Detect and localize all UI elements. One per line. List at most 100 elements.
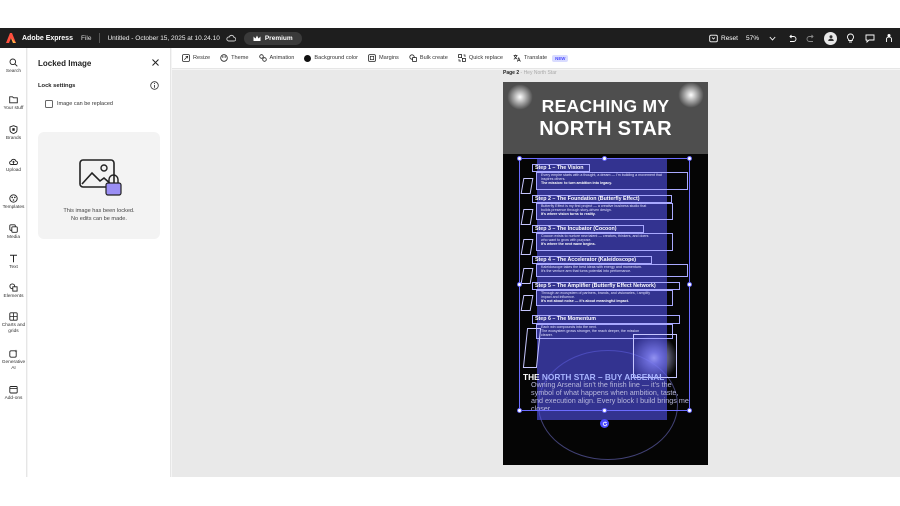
resize-handle[interactable]: [517, 408, 522, 413]
bulk-create-button[interactable]: Bulk create: [409, 54, 448, 62]
top-bar: Adobe Express File Untitled - October 15…: [0, 28, 900, 48]
theme-button[interactable]: Theme: [220, 54, 249, 62]
animation-button[interactable]: Animation: [258, 54, 295, 62]
color-swatch: [304, 54, 312, 62]
quick-replace-button[interactable]: Quick replace: [458, 54, 503, 62]
resize-handle[interactable]: [602, 156, 607, 161]
crown-icon: [253, 35, 261, 41]
rail-item-brands[interactable]: Brands: [0, 125, 27, 142]
rail-label: Text: [9, 265, 18, 270]
selection-frame[interactable]: [519, 158, 690, 411]
zoom-level[interactable]: 57%: [746, 35, 759, 42]
text-icon: [10, 254, 17, 263]
rail-item-templates[interactable]: Templates: [0, 194, 27, 211]
rail-item-elements[interactable]: Elements: [0, 283, 27, 300]
top-bar-actions: Reset 57%: [709, 31, 894, 45]
rail-label: Your stuff: [3, 106, 24, 111]
header-line-2[interactable]: NORTH STAR: [503, 118, 708, 141]
sparkle-icon: [9, 349, 18, 358]
tool-label: Translate: [524, 55, 548, 61]
templates-icon: [9, 194, 18, 203]
tool-label: Quick replace: [468, 55, 504, 61]
rail-label: Search: [5, 69, 22, 74]
app-name[interactable]: Adobe Express: [22, 35, 73, 42]
margins-icon: [368, 54, 376, 62]
premium-button[interactable]: Premium: [243, 31, 302, 45]
resize-handle[interactable]: [517, 156, 522, 161]
resize-handle[interactable]: [687, 282, 692, 287]
animation-icon: [258, 54, 267, 62]
rotate-handle[interactable]: [600, 419, 609, 428]
grid-icon: [9, 312, 18, 321]
file-menu[interactable]: File: [81, 35, 91, 42]
app-window: Adobe Express File Untitled - October 15…: [0, 28, 900, 477]
rail-label: Upload: [5, 168, 22, 173]
adobe-logo-icon[interactable]: [5, 32, 17, 44]
upload-icon: [9, 158, 18, 165]
rail-label: Charts and grids: [1, 323, 26, 334]
rail-item-upload[interactable]: Upload: [0, 157, 27, 174]
theme-icon: [220, 54, 228, 62]
locked-message-line-1: This image has been locked.: [63, 208, 135, 214]
rail-item-text[interactable]: Text: [0, 254, 27, 271]
header-line-1[interactable]: REACHING MY: [503, 96, 708, 117]
rail-label: Brands: [5, 136, 22, 141]
tool-label: Background color: [314, 55, 358, 61]
elements-icon: [9, 283, 18, 292]
comment-icon[interactable]: [864, 33, 875, 44]
media-icon: [9, 224, 18, 233]
resize-handle[interactable]: [687, 156, 692, 161]
artboard[interactable]: REACHING MY NORTH STAR Step 1 – The Visi…: [503, 82, 708, 465]
background-color-button[interactable]: Background color: [304, 54, 358, 62]
locked-message: This image has been locked. No edits can…: [38, 208, 160, 223]
rail-item-media[interactable]: Media: [0, 224, 27, 241]
rail-item-add-ons[interactable]: Add-ons: [0, 385, 27, 402]
rail-item-your-stuff[interactable]: Your stuff: [0, 95, 27, 112]
resize-handle[interactable]: [517, 282, 522, 287]
info-icon[interactable]: [150, 81, 159, 90]
premium-label: Premium: [264, 34, 293, 42]
new-badge: NEW: [552, 54, 569, 62]
image-locked-icon: [79, 159, 122, 196]
resize-handle[interactable]: [602, 408, 607, 413]
translate-button[interactable]: Translate NEW: [513, 54, 569, 62]
panel-title: Locked Image: [38, 59, 92, 68]
tool-label: Margins: [378, 55, 399, 61]
resize-icon: [182, 54, 190, 62]
history-icon: [709, 34, 718, 42]
share-icon[interactable]: [883, 33, 894, 44]
search-icon: [9, 58, 18, 67]
reset-label: Reset: [721, 34, 738, 42]
rail-label: Add-ons: [4, 396, 23, 401]
tool-label: Animation: [269, 55, 295, 61]
resize-handle[interactable]: [687, 408, 692, 413]
rail-item-generative-ai[interactable]: Generative AI: [0, 349, 27, 372]
page-subtitle: - Hey North Star: [519, 70, 557, 76]
resize-button[interactable]: Resize: [182, 54, 210, 62]
close-icon[interactable]: [151, 58, 160, 67]
redo-icon[interactable]: [805, 33, 816, 44]
user-icon[interactable]: [824, 31, 837, 45]
rail-item-search[interactable]: Search: [0, 58, 27, 75]
locked-image-panel: Locked Image Lock settings Image can be …: [28, 48, 171, 477]
document-title[interactable]: Untitled - October 15, 2025 at 10.24.10: [107, 35, 219, 42]
poster-header[interactable]: REACHING MY NORTH STAR: [503, 82, 708, 154]
brand-icon: [9, 125, 18, 134]
rail-item-charts-and-grids[interactable]: Charts and grids: [0, 312, 27, 335]
cloud-icon[interactable]: [226, 34, 236, 42]
locked-image-card: This image has been locked. No edits can…: [38, 132, 160, 239]
margins-button[interactable]: Margins: [368, 54, 399, 62]
image-replace-checkbox-row[interactable]: Image can be replaced: [45, 100, 113, 108]
rail-label: Elements: [3, 294, 24, 299]
undo-icon[interactable]: [786, 33, 797, 44]
image-replace-checkbox[interactable]: [45, 100, 53, 108]
locked-message-line-2: No edits can be made.: [71, 215, 127, 222]
chevron-down-icon[interactable]: [767, 33, 778, 44]
lock-settings-heading: Lock settings: [38, 83, 76, 89]
divider: [99, 33, 101, 43]
rail-label: Media: [6, 235, 21, 240]
design-canvas[interactable]: Page 2 - Hey North Star REACHING MY NORT…: [172, 70, 900, 477]
lightbulb-icon[interactable]: [845, 33, 856, 44]
reset-button[interactable]: Reset: [709, 34, 738, 43]
page-label: Page 2 - Hey North Star: [503, 70, 557, 76]
